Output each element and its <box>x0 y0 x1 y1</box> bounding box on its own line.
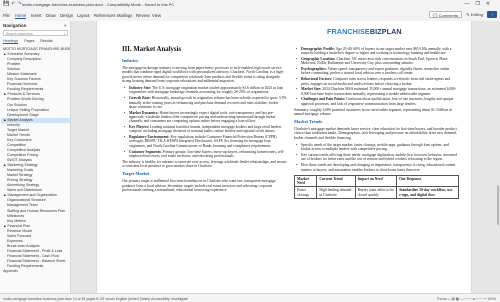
table-cell: Buyers want offers to be closed quickly <box>354 186 398 199</box>
table-cell: High lending demand in Charlotte <box>316 186 356 199</box>
trend-bullets: Specific needs of the target market: fas… <box>294 143 459 172</box>
ribbon-tabs: File Home Insert Draw Design Layout Refe… <box>0 9 500 21</box>
tab-design[interactable]: Design <box>60 13 73 18</box>
bullet-item: Market Size: 2024 Charlotte MSA estimate… <box>294 87 459 96</box>
search-input[interactable]: Search document ⌕ <box>3 30 68 36</box>
table-body: Faster closings High lending demand in Ch… <box>293 186 459 199</box>
bullet-item: Demographic Profile: Age 25-40; 60% of b… <box>294 47 459 56</box>
status-bar: motto-mortgage-franchise-business-plan.d… <box>0 293 500 302</box>
tab-view[interactable]: View <box>152 13 161 18</box>
window-title: motto-mortgage-franchise-business-plan.d… <box>22 2 175 7</box>
navigation-tabs: Headings Pages Results <box>3 39 69 45</box>
table-header-cell: Our Response <box>396 174 459 188</box>
bullet-item: Growth Rate: Historically, annual growth… <box>122 96 287 109</box>
title-bar: 💾↶↷ motto-mortgage-franchise-business-pl… <box>0 0 500 9</box>
bullet-item: Specific needs of the target market: fas… <box>294 143 459 152</box>
bullet-item: Customer Segments: Primary groups: first… <box>122 150 287 159</box>
tab-insert[interactable]: Insert <box>31 13 41 18</box>
quick-access-toolbar[interactable]: 💾↶↷ <box>3 1 24 7</box>
franchise-bizplan-logo: FRANCHISEBIZPLAN <box>327 27 402 36</box>
editing-mode-button[interactable]: ✎ Editing <box>463 11 486 18</box>
tab-results[interactable]: Results <box>40 39 52 43</box>
bullet-text: Leading national franchise brands, indep… <box>129 125 282 134</box>
subheading-target-market: Target Market <box>122 171 150 177</box>
tab-draw[interactable]: Draw <box>46 13 56 18</box>
tab-mailings[interactable]: Mailings <box>117 13 132 18</box>
word-window: 💾↶↷ motto-mortgage-franchise-business-pl… <box>0 0 500 302</box>
tab-home[interactable]: Home <box>15 13 27 19</box>
bullet-item: Behavioral Factors: Compares rates acros… <box>294 77 459 86</box>
table-header-cell: Market Need <box>293 174 318 188</box>
scrollbar-thumb[interactable] <box>496 185 499 225</box>
bullet-text: Historically, annual growth in originati… <box>129 96 287 109</box>
comments-button[interactable]: 💬 Comments <box>428 11 462 18</box>
target-bullets: Demographic Profile: Age 25-40; 60% of b… <box>294 47 459 106</box>
section-heading: III. Market Analysis <box>122 46 182 53</box>
navigation-pane: Navigation ✕ Search document ⌕ Headings … <box>0 21 71 293</box>
tab-pages[interactable]: Pages <box>24 39 34 43</box>
search-placeholder: Search document <box>6 32 33 36</box>
comments-label: Comments <box>438 13 458 18</box>
zoom-controls[interactable]: Focus ▭ ▤ ▦ —────●────+ 100% <box>437 297 496 301</box>
table-header-cell: Impact on Need <box>354 174 398 188</box>
bullet-item: Psychographics: Values speed, transparen… <box>294 67 459 76</box>
tab-headings[interactable]: Headings <box>3 39 19 44</box>
tab-review[interactable]: Review <box>136 13 150 18</box>
document-area: FRANCHISEBIZPLAN III. Market Analysis In… <box>71 21 500 293</box>
nav-heading-item[interactable]: Appendix <box>1 269 70 274</box>
industry-intro: The mortgage brokerage industry is movin… <box>122 66 284 83</box>
bullet-text: The U.S. mortgage origination market tot… <box>129 86 284 95</box>
market-trends-table: Market Need Current Trend Impact on Need Ou… <box>293 174 459 199</box>
nav-heading-item[interactable]: Staffing and Human Resources Plan <box>1 209 70 214</box>
bullet-item: Challenges and Pain Points: Confusion ab… <box>294 97 459 106</box>
bullet-item: Market Dynamics: Home buyers increasingl… <box>122 111 287 124</box>
bullet-item: Industry Size: The U.S. mortgage origina… <box>122 86 287 95</box>
bullet-item: Key Players: Leading national franchise … <box>122 125 287 134</box>
table-cell: Standardize 30-day workflow, use e-sign,… <box>396 186 459 199</box>
industry-closing: The industry is healthy for entrants to … <box>122 159 287 168</box>
subheading-industry: Industry <box>122 58 139 63</box>
close-icon[interactable]: ✕ <box>64 23 67 28</box>
right-column: Demographic Profile: Age 25-40; 60% of b… <box>293 47 459 199</box>
industry-bullets: Industry Size: The U.S. mortgage origina… <box>122 86 287 158</box>
heading-list: MOTTO MORTGAGE FRANCHISE BUSINESS PLAN▲ … <box>1 47 70 274</box>
logo-text-bizplan: BIZPLAN <box>369 27 402 36</box>
bullet-item: How these trends are developing and chan… <box>294 163 459 172</box>
bullet-item: Key current trends affecting these needs… <box>294 153 459 162</box>
table-header-cell: Current Trend <box>316 174 356 188</box>
tab-layout[interactable]: Layout <box>77 13 90 18</box>
target-market-text: Our primary target is millennial first-t… <box>122 179 276 192</box>
table-cell: Faster closings <box>293 186 318 199</box>
bullet-text: 2024 Charlotte MSA estimated 35,000+ ann… <box>301 87 457 96</box>
table-row: Faster closings High lending demand in Ch… <box>293 186 459 199</box>
share-button[interactable]: ↑ <box>487 11 497 18</box>
table-header-row: Market Need Current Trend Impact on Need Ou… <box>293 174 459 188</box>
window-controls[interactable]: —❐✕ <box>464 1 496 7</box>
status-text: motto-mortgage-franchise-business-plan.d… <box>3 297 188 301</box>
left-column: III. Market Analysis Industry The mortga… <box>122 46 287 195</box>
navigation-title: Navigation <box>3 23 27 28</box>
bullet-item: Regulatory Environment: Key regulations … <box>122 135 287 148</box>
bullet-item: Geographic Location: Charlotte, NC metro… <box>294 57 459 66</box>
summary-text: Summary: roughly 4,000 potential custome… <box>294 107 452 116</box>
document-page[interactable]: FRANCHISEBIZPLAN III. Market Analysis In… <box>97 21 471 293</box>
vertical-scrollbar[interactable] <box>496 25 499 287</box>
editing-label: Editing <box>470 12 483 17</box>
logo-text-franchise: FRANCHISE <box>327 27 370 36</box>
search-icon[interactable]: ⌕ <box>64 31 66 37</box>
trends-intro: Charlotte's mortgage market demands fast… <box>294 127 457 140</box>
subheading-market-trends: Market Trends <box>294 119 323 125</box>
tab-file[interactable]: File <box>3 13 10 18</box>
tab-references[interactable]: References <box>94 13 115 18</box>
